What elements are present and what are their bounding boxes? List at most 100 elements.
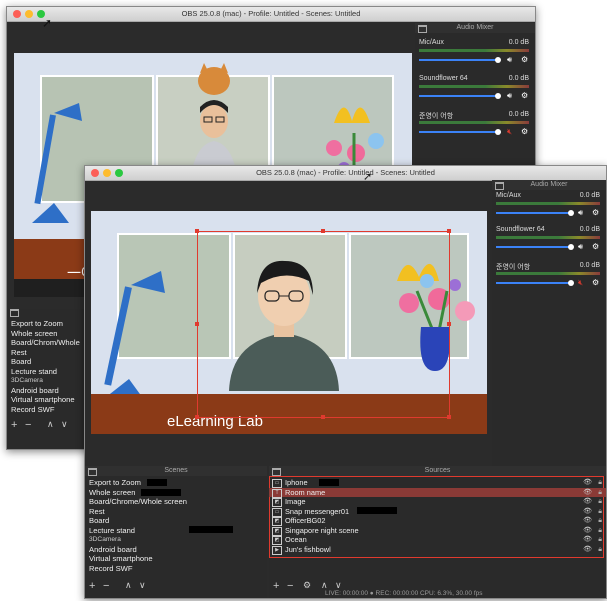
source-properties-gear-icon[interactable]: ⚙︎: [303, 580, 311, 591]
volume-slider[interactable]: [496, 212, 572, 214]
redaction-bar: [147, 479, 167, 486]
source-row[interactable]: ◩ Singapore night scene 👁︎ 🔒︎: [269, 526, 606, 536]
move-down-icon[interactable]: ∨: [61, 419, 68, 430]
add-scene-button[interactable]: +: [11, 419, 17, 431]
scenes-title: Scenes: [85, 466, 267, 476]
muted-speaker-icon[interactable]: 🔇︎: [507, 127, 512, 137]
scene-item[interactable]: Record SWF: [7, 405, 87, 415]
dock-icon: [10, 309, 19, 317]
lock-icon[interactable]: 🔒︎: [598, 516, 602, 526]
close-button[interactable]: [13, 10, 21, 18]
resize-handle[interactable]: [195, 229, 199, 233]
scene-item[interactable]: Board/Chrome/Whole screen: [85, 497, 267, 507]
move-down-icon[interactable]: ∨: [139, 580, 146, 591]
close-button[interactable]: [91, 169, 99, 177]
add-scene-button[interactable]: +: [89, 580, 95, 592]
scene-item[interactable]: Board/Chrom/Whole: [7, 338, 87, 348]
speaker-icon[interactable]: 🔊︎: [578, 242, 583, 252]
lock-icon[interactable]: 🔒︎: [598, 526, 602, 536]
visibility-eye-icon[interactable]: 👁︎: [583, 526, 592, 536]
volume-slider-knob[interactable]: [568, 280, 574, 286]
resize-handle[interactable]: [447, 415, 451, 419]
volume-slider[interactable]: [496, 246, 572, 248]
remove-source-button[interactable]: −: [287, 580, 293, 592]
source-row[interactable]: ◩ Image 👁︎ 🔒︎: [269, 497, 606, 507]
audio-mixer-panel: Audio Mixer Mic/Aux 0.0 dB 🔊︎ ⚙︎ Soundfl…: [415, 23, 535, 183]
gear-icon[interactable]: ⚙︎: [592, 208, 599, 217]
scene-item[interactable]: 3DCamera: [85, 535, 267, 545]
lock-icon[interactable]: 🔒︎: [598, 488, 602, 498]
preview-canvas[interactable]: eLearning Lab: [91, 211, 487, 434]
lock-icon[interactable]: 🔒︎: [598, 535, 602, 545]
volume-slider-knob[interactable]: [568, 210, 574, 216]
scene-item[interactable]: Export to Zoom: [7, 319, 87, 329]
volume-slider-knob[interactable]: [495, 57, 501, 63]
gear-icon[interactable]: ⚙︎: [592, 278, 599, 287]
lock-icon[interactable]: 🔒︎: [598, 497, 602, 507]
scene-item[interactable]: Whole screen: [7, 329, 87, 339]
resize-handle[interactable]: [321, 229, 325, 233]
gear-icon[interactable]: ⚙︎: [521, 91, 528, 100]
speaker-icon[interactable]: 🔊︎: [507, 55, 512, 65]
lock-icon[interactable]: 🔒︎: [598, 545, 602, 555]
zoom-button[interactable]: [115, 169, 123, 177]
gear-icon[interactable]: ⚙︎: [592, 242, 599, 251]
scene-item[interactable]: Record SWF: [85, 564, 267, 574]
scene-item[interactable]: Virtual smartphone: [7, 395, 87, 405]
volume-slider-knob[interactable]: [568, 244, 574, 250]
minimize-button[interactable]: [25, 10, 33, 18]
gear-icon[interactable]: ⚙︎: [521, 55, 528, 64]
gear-icon[interactable]: ⚙︎: [521, 127, 528, 136]
add-source-button[interactable]: +: [273, 580, 279, 592]
resize-handle[interactable]: [447, 322, 451, 326]
speaker-icon[interactable]: 🔊︎: [507, 91, 512, 101]
visibility-eye-icon[interactable]: 👁︎: [583, 478, 592, 488]
visibility-eye-icon[interactable]: 👁︎: [583, 488, 592, 498]
scene-item[interactable]: Lecture stand: [85, 526, 267, 536]
scene-item[interactable]: 3DCamera: [7, 376, 87, 386]
scene-item[interactable]: Rest: [7, 348, 87, 358]
dock-icon: [88, 468, 97, 476]
source-row[interactable]: ▭ Snap messenger01 👁︎ 🔒︎: [269, 507, 606, 517]
sources-title: Sources: [269, 466, 606, 476]
volume-slider[interactable]: [496, 282, 572, 284]
lock-icon[interactable]: 🔒︎: [598, 478, 602, 488]
resize-handle[interactable]: [195, 415, 199, 419]
muted-speaker-icon[interactable]: 🔇︎: [578, 278, 583, 288]
lock-icon[interactable]: 🔒︎: [598, 507, 602, 517]
volume-slider-knob[interactable]: [495, 93, 501, 99]
resize-handle[interactable]: [447, 229, 451, 233]
redaction-bar: [357, 507, 397, 514]
source-row[interactable]: T Room name 👁︎ 🔒︎: [269, 487, 606, 498]
remove-scene-button[interactable]: −: [103, 580, 109, 592]
visibility-eye-icon[interactable]: 👁︎: [583, 516, 592, 526]
visibility-eye-icon[interactable]: 👁︎: [583, 497, 592, 507]
move-up-icon[interactable]: ∧: [47, 419, 54, 430]
volume-slider[interactable]: [419, 95, 499, 97]
visibility-eye-icon[interactable]: 👁︎: [583, 507, 592, 517]
volume-slider[interactable]: [419, 131, 499, 133]
scene-item[interactable]: Android board: [85, 545, 267, 555]
resize-handle[interactable]: [321, 415, 325, 419]
volume-slider-knob[interactable]: [495, 129, 501, 135]
scene-item[interactable]: Rest: [85, 507, 267, 517]
scene-item[interactable]: Lecture stand: [7, 367, 87, 377]
visibility-eye-icon[interactable]: 👁︎: [583, 545, 592, 555]
scene-item[interactable]: Virtual smartphone: [85, 554, 267, 564]
move-up-icon[interactable]: ∧: [125, 580, 132, 591]
source-row[interactable]: ◩ OfficerBG02 👁︎ 🔒︎: [269, 516, 606, 526]
source-row[interactable]: ◩ Ocean 👁︎ 🔒︎: [269, 535, 606, 545]
source-row[interactable]: ▶ Jun's fishbowl 👁︎ 🔒︎: [269, 545, 606, 555]
speaker-icon[interactable]: 🔊︎: [578, 208, 583, 218]
visibility-eye-icon[interactable]: 👁︎: [583, 535, 592, 545]
source-selection-box[interactable]: [197, 231, 450, 418]
scene-item[interactable]: Board: [85, 516, 267, 526]
scene-item[interactable]: Android board: [7, 386, 87, 396]
scene-item[interactable]: Export to Zoom: [85, 478, 267, 488]
scene-item[interactable]: Board: [7, 357, 87, 367]
status-bar: LIVE: 00:00:00 ● REC: 00:00:00 CPU: 6.3%…: [325, 590, 483, 597]
minimize-button[interactable]: [103, 169, 111, 177]
resize-handle[interactable]: [195, 322, 199, 326]
volume-slider[interactable]: [419, 59, 499, 61]
remove-scene-button[interactable]: −: [25, 419, 31, 431]
